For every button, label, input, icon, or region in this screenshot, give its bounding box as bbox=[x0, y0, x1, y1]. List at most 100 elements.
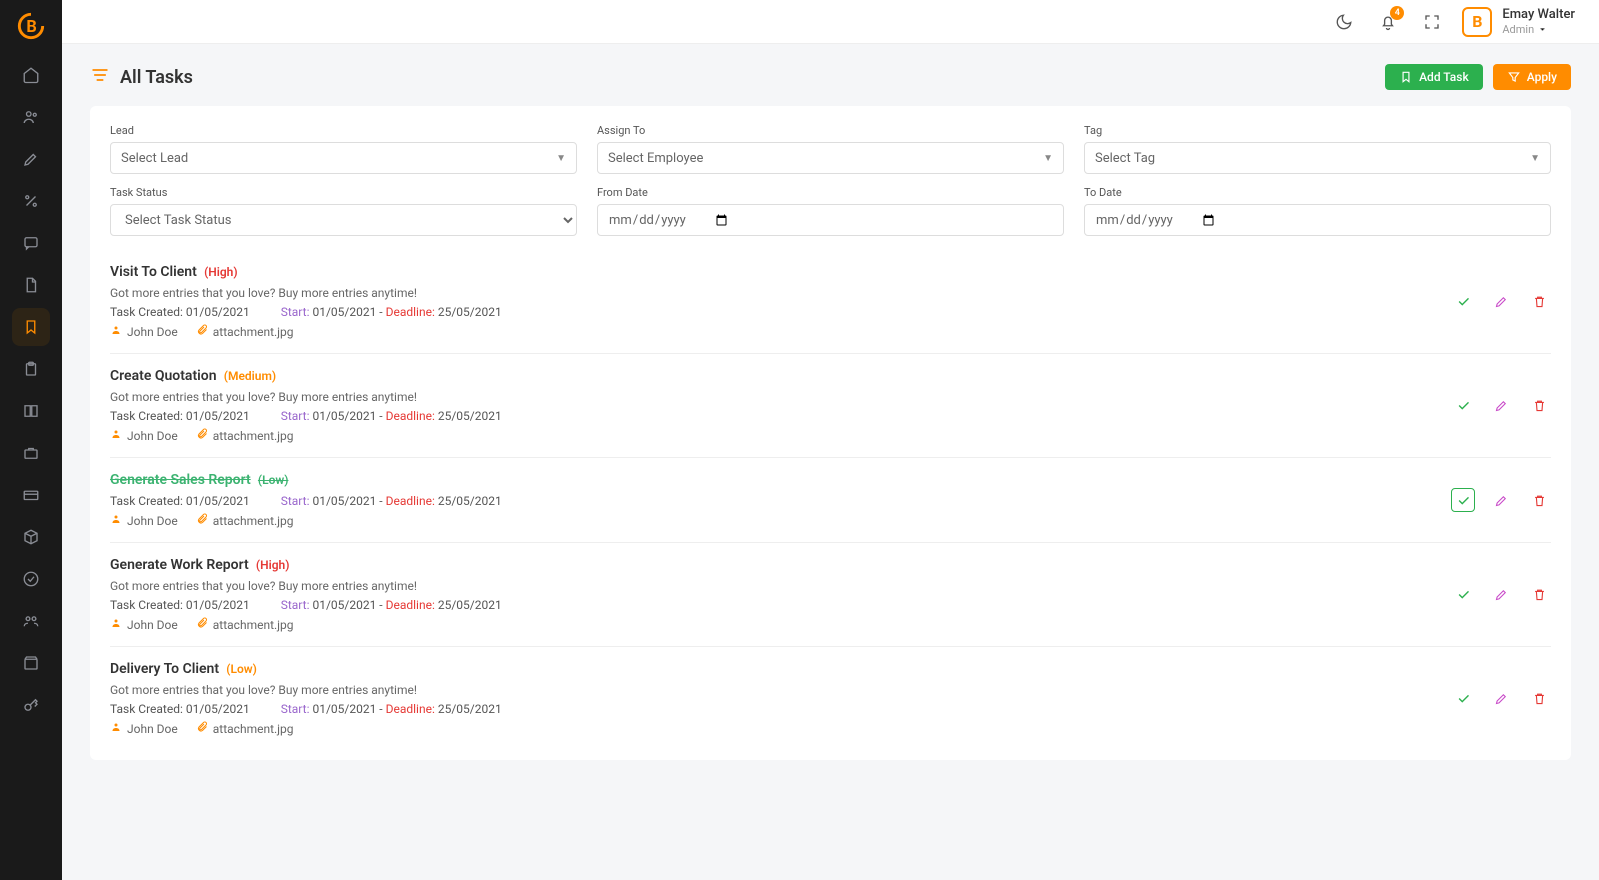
task-dates: Task Created: 01/05/2021 Start: 01/05/20… bbox=[110, 702, 1451, 716]
paperclip-icon bbox=[196, 428, 208, 443]
assign-to-select[interactable]: Select Employee▼ bbox=[597, 142, 1064, 174]
edit-task-button[interactable] bbox=[1489, 394, 1513, 418]
edit-task-button[interactable] bbox=[1489, 488, 1513, 512]
nav-percent-icon[interactable] bbox=[12, 182, 50, 220]
task-assignee: John Doe bbox=[110, 324, 178, 339]
task-desc: Got more entries that you love? Buy more… bbox=[110, 286, 1451, 300]
task-row: Create Quotation (Medium) Got more entri… bbox=[110, 354, 1551, 458]
assign-to-label: Assign To bbox=[597, 124, 1064, 137]
complete-task-button[interactable] bbox=[1451, 583, 1475, 607]
chevron-down-icon: ▼ bbox=[556, 153, 566, 164]
task-row: Delivery To Client (Low) Got more entrie… bbox=[110, 647, 1551, 750]
user-icon bbox=[110, 428, 122, 443]
nav-people-icon[interactable] bbox=[12, 602, 50, 640]
task-status-label: Task Status bbox=[110, 186, 577, 199]
nav-card-icon[interactable] bbox=[12, 476, 50, 514]
task-priority: (High) bbox=[256, 558, 290, 572]
complete-task-button[interactable] bbox=[1451, 687, 1475, 711]
task-title: Visit To Client bbox=[110, 264, 197, 280]
topbar: 4 B Emay Walter Admin bbox=[62, 0, 1599, 44]
task-title: Delivery To Client bbox=[110, 661, 219, 677]
task-assignee: John Doe bbox=[110, 617, 178, 632]
paperclip-icon bbox=[196, 324, 208, 339]
sidebar: B bbox=[0, 0, 62, 880]
page-title: All Tasks bbox=[120, 67, 193, 88]
task-dates: Task Created: 01/05/2021 Start: 01/05/20… bbox=[110, 305, 1451, 319]
complete-task-button[interactable] bbox=[1451, 488, 1475, 512]
complete-task-button[interactable] bbox=[1451, 290, 1475, 314]
filter-icon bbox=[1507, 70, 1521, 84]
nav-clipboard-icon[interactable] bbox=[12, 350, 50, 388]
nav-users-icon[interactable] bbox=[12, 98, 50, 136]
task-attachment[interactable]: attachment.jpg bbox=[196, 721, 294, 736]
nav-chat-icon[interactable] bbox=[12, 224, 50, 262]
complete-task-button[interactable] bbox=[1451, 394, 1475, 418]
user-menu[interactable]: B Emay Walter Admin bbox=[1462, 7, 1575, 37]
nav-box-icon[interactable] bbox=[12, 518, 50, 556]
edit-task-button[interactable] bbox=[1489, 687, 1513, 711]
nav-briefcase-icon[interactable] bbox=[12, 434, 50, 472]
user-name: Emay Walter bbox=[1502, 7, 1575, 23]
dark-mode-icon[interactable] bbox=[1330, 8, 1358, 36]
delete-task-button[interactable] bbox=[1527, 394, 1551, 418]
chevron-down-icon: ▼ bbox=[1530, 153, 1540, 164]
tag-label: Tag bbox=[1084, 124, 1551, 137]
paperclip-icon bbox=[196, 617, 208, 632]
tag-select[interactable]: Select Tag▼ bbox=[1084, 142, 1551, 174]
nav-archive-icon[interactable] bbox=[12, 644, 50, 682]
task-attachment[interactable]: attachment.jpg bbox=[196, 617, 294, 632]
nav-key-icon[interactable] bbox=[12, 686, 50, 724]
task-desc: Got more entries that you love? Buy more… bbox=[110, 579, 1451, 593]
task-title: Generate Sales Report bbox=[110, 472, 251, 488]
paperclip-icon bbox=[196, 721, 208, 736]
notification-bell-icon[interactable]: 4 bbox=[1374, 8, 1402, 36]
avatar: B bbox=[1462, 7, 1492, 37]
task-attachment[interactable]: attachment.jpg bbox=[196, 324, 294, 339]
sort-icon bbox=[90, 65, 110, 89]
edit-task-button[interactable] bbox=[1489, 290, 1513, 314]
delete-task-button[interactable] bbox=[1527, 290, 1551, 314]
user-icon bbox=[110, 324, 122, 339]
task-assignee: John Doe bbox=[110, 513, 178, 528]
task-priority: (Medium) bbox=[224, 369, 276, 383]
chevron-down-icon bbox=[1538, 25, 1547, 34]
task-row: Generate Sales Report (Low) Task Created… bbox=[110, 458, 1551, 543]
from-date-label: From Date bbox=[597, 186, 1064, 199]
lead-select[interactable]: Select Lead▼ bbox=[110, 142, 577, 174]
task-title: Generate Work Report bbox=[110, 557, 249, 573]
paperclip-icon bbox=[196, 513, 208, 528]
svg-text:B: B bbox=[26, 17, 36, 36]
edit-task-button[interactable] bbox=[1489, 583, 1513, 607]
nav-book-icon[interactable] bbox=[12, 392, 50, 430]
notification-count: 4 bbox=[1390, 6, 1404, 20]
chevron-down-icon: ▼ bbox=[1043, 153, 1053, 164]
task-status-select[interactable]: Select Task Status bbox=[110, 204, 577, 236]
task-attachment[interactable]: attachment.jpg bbox=[196, 428, 294, 443]
from-date-input[interactable] bbox=[597, 204, 1064, 236]
delete-task-button[interactable] bbox=[1527, 488, 1551, 512]
nav-check-icon[interactable] bbox=[12, 560, 50, 598]
apply-button[interactable]: Apply bbox=[1493, 64, 1571, 90]
add-task-button[interactable]: Add Task bbox=[1385, 64, 1483, 90]
fullscreen-icon[interactable] bbox=[1418, 8, 1446, 36]
task-attachment[interactable]: attachment.jpg bbox=[196, 513, 294, 528]
task-title: Create Quotation bbox=[110, 368, 217, 384]
delete-task-button[interactable] bbox=[1527, 687, 1551, 711]
nav-edit-icon[interactable] bbox=[12, 140, 50, 178]
lead-label: Lead bbox=[110, 124, 577, 137]
nav-home-icon[interactable] bbox=[12, 56, 50, 94]
nav-bookmark-icon[interactable] bbox=[12, 308, 50, 346]
task-priority: (Low) bbox=[226, 662, 257, 676]
user-role: Admin bbox=[1502, 23, 1575, 36]
nav-file-icon[interactable] bbox=[12, 266, 50, 304]
bookmark-icon bbox=[1399, 70, 1413, 84]
task-priority: (Low) bbox=[258, 473, 289, 487]
task-desc: Got more entries that you love? Buy more… bbox=[110, 390, 1451, 404]
task-dates: Task Created: 01/05/2021 Start: 01/05/20… bbox=[110, 494, 1451, 508]
brand-logo[interactable]: B bbox=[6, 6, 56, 46]
task-row: Visit To Client (High) Got more entries … bbox=[110, 250, 1551, 354]
to-date-label: To Date bbox=[1084, 186, 1551, 199]
task-desc: Got more entries that you love? Buy more… bbox=[110, 683, 1451, 697]
to-date-input[interactable] bbox=[1084, 204, 1551, 236]
delete-task-button[interactable] bbox=[1527, 583, 1551, 607]
